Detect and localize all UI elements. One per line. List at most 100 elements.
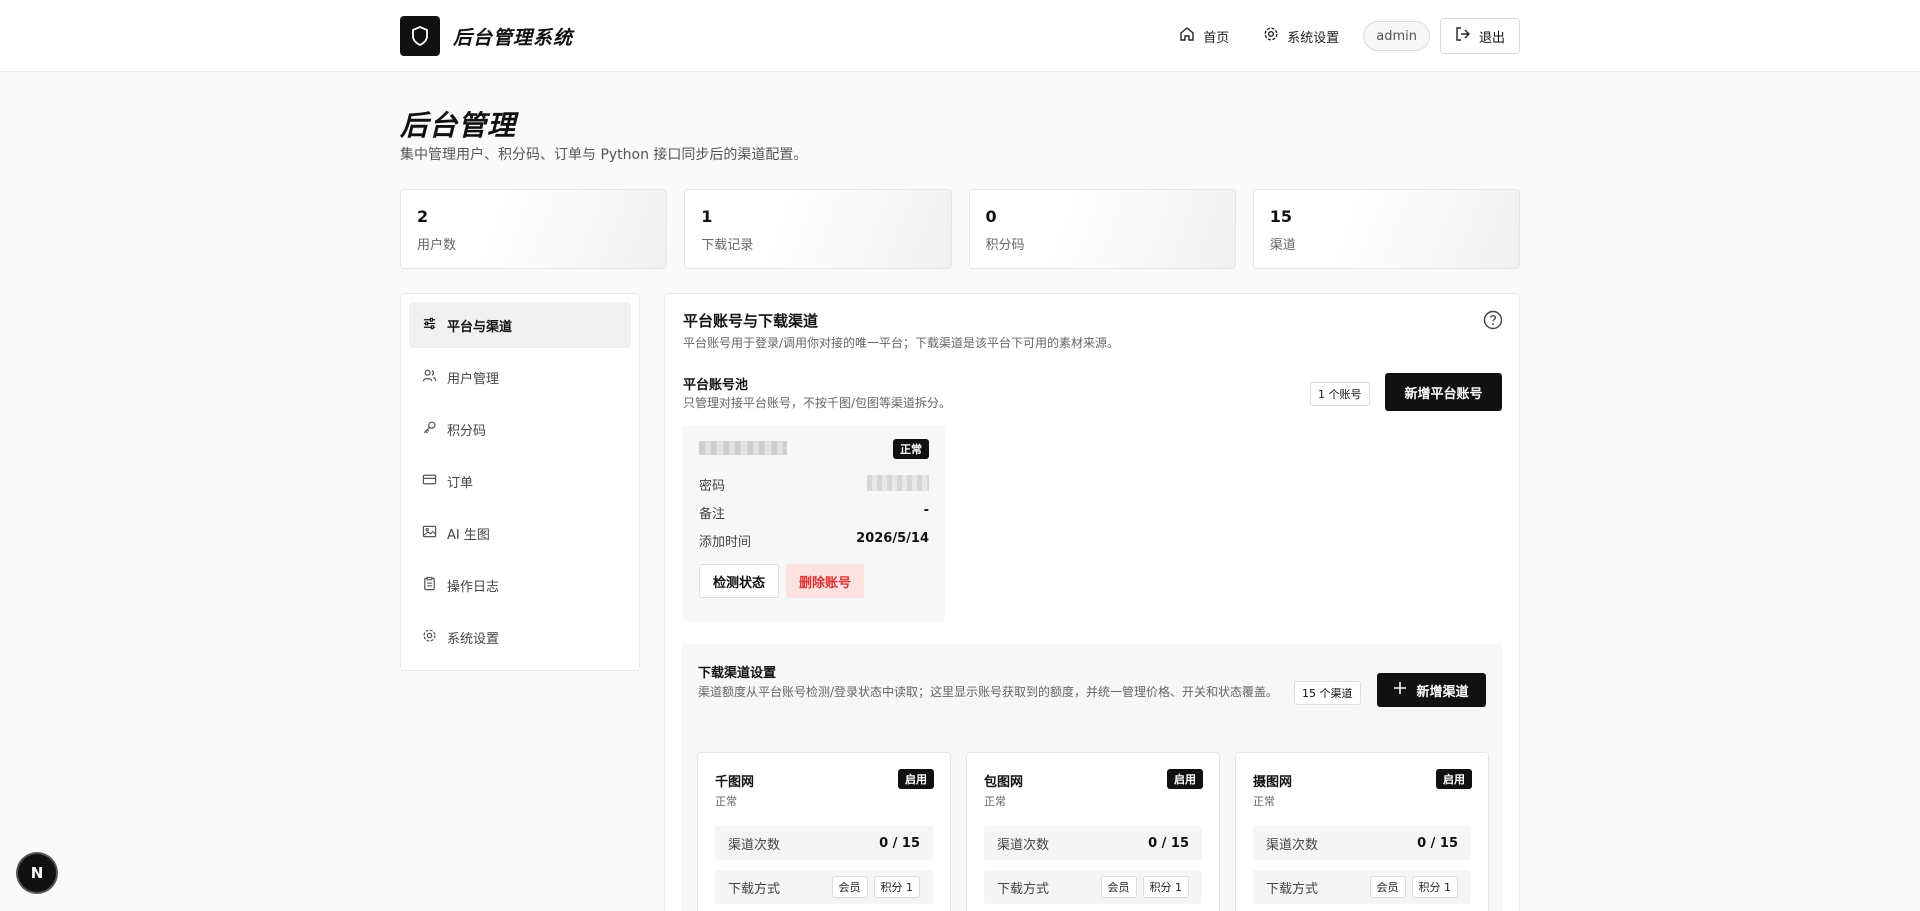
platform-panel: 平台账号与下载渠道 平台账号用于登录/调用你对接的唯一平台；下载渠道是该平台下可… — [664, 293, 1520, 911]
account-pool-title: 平台账号池 — [683, 378, 749, 393]
sliders-icon — [422, 316, 437, 335]
row-label: 备注 — [699, 507, 726, 522]
page-subtitle: 集中管理用户、积分码、订单与 Python 接口同步后的渠道配置。 — [400, 147, 808, 163]
sidebar-item-orders[interactable]: 订单 — [409, 458, 631, 504]
row-value: - — [923, 503, 929, 518]
password-masked — [867, 475, 929, 491]
gear-icon — [422, 628, 437, 647]
account-pool-description: 只管理对接平台账号，不按千图/包图等渠道拆分。 — [683, 396, 952, 410]
stat-value: 2 — [417, 207, 429, 226]
stat-card-channels: 15 渠道 — [1252, 189, 1520, 269]
row-label: 渠道次数 — [728, 837, 781, 853]
sidebar-item-users[interactable]: 用户管理 — [409, 354, 631, 400]
floating-n-badge[interactable]: N — [18, 854, 56, 892]
stat-card-users: 2 用户数 — [400, 189, 668, 269]
stat-label: 下载记录 — [701, 238, 754, 253]
channel-status: 正常 — [1253, 795, 1275, 808]
row-label: 下载方式 — [1266, 881, 1319, 897]
account-card: 正常 密码 备注 - 添加时间 2026/5/14 检测状态 删除账号 — [683, 425, 945, 621]
logout-label: 退出 — [1478, 30, 1505, 46]
user-badge: admin — [1363, 21, 1430, 51]
nav-settings[interactable]: 系统设置 — [1249, 18, 1353, 54]
users-icon — [422, 368, 437, 387]
channel-method-row: 下载方式 会员 积分 1 — [715, 870, 933, 904]
sidebar-item-codes[interactable]: 积分码 — [409, 406, 631, 452]
logout-icon — [1455, 26, 1471, 46]
stat-value: 0 — [985, 207, 997, 226]
row-label: 渠道次数 — [1266, 837, 1319, 853]
channel-quota-value: 0 / 15 — [1417, 835, 1458, 851]
stat-card-downloads: 1 下载记录 — [684, 189, 952, 269]
method-tag: 会员 — [831, 876, 868, 898]
home-icon — [1179, 26, 1195, 46]
sidebar-item-ai-image[interactable]: AI 生图 — [409, 510, 631, 556]
method-tag: 积分 1 — [1142, 876, 1189, 898]
shield-logo-icon[interactable] — [400, 16, 440, 56]
channel-card: 包图网 启用 正常 渠道次数 0 / 15 下载方式 会员 积分 1 — [966, 752, 1220, 911]
sidebar-item-label: AI 生图 — [447, 527, 490, 543]
channel-quota-row: 渠道次数 0 / 15 — [715, 826, 933, 860]
stat-value: 1 — [701, 207, 713, 226]
sidebar-item-label: 积分码 — [447, 423, 487, 439]
stat-card-codes: 0 积分码 — [968, 189, 1236, 269]
channel-card: 摄图网 启用 正常 渠道次数 0 / 15 下载方式 会员 积分 1 — [1235, 752, 1489, 911]
add-platform-account-button[interactable]: 新增平台账号 — [1385, 373, 1502, 411]
sidebar: 平台与渠道 用户管理 积分码 订单 AI 生图 操作日志 系统设置 — [400, 293, 640, 671]
channel-enabled-tag[interactable]: 启用 — [1167, 769, 1203, 789]
app-title: 后台管理系统 — [453, 26, 574, 49]
account-status-tag: 正常 — [893, 439, 929, 459]
row-label: 添加时间 — [699, 535, 752, 550]
plus-icon — [1394, 682, 1407, 698]
sidebar-item-settings[interactable]: 系统设置 — [409, 614, 631, 660]
channel-status: 正常 — [715, 795, 737, 808]
method-tag: 会员 — [1369, 876, 1406, 898]
download-channel-title: 下载渠道设置 — [698, 666, 777, 681]
stat-label: 积分码 — [985, 238, 1025, 253]
sidebar-item-logs[interactable]: 操作日志 — [409, 562, 631, 608]
card-icon — [422, 472, 437, 491]
download-channel-panel: 下载渠道设置 渠道额度从平台账号检测/登录状态中读取；这里显示账号获取到的额度，… — [681, 644, 1503, 911]
row-label: 渠道次数 — [997, 837, 1050, 853]
stat-value: 15 — [1269, 207, 1293, 226]
account-row-password: 密码 — [699, 475, 929, 494]
channel-name: 摄图网 — [1253, 775, 1293, 790]
nav-settings-label: 系统设置 — [1287, 30, 1340, 46]
channel-enabled-tag[interactable]: 启用 — [1436, 769, 1472, 789]
help-icon[interactable] — [1483, 310, 1503, 330]
row-value: 2026/5/14 — [856, 531, 929, 546]
delete-account-button[interactable]: 删除账号 — [786, 564, 865, 598]
method-tag: 会员 — [1100, 876, 1137, 898]
page-title: 后台管理 — [400, 109, 517, 142]
clipboard-icon — [422, 576, 437, 595]
channel-quota-row: 渠道次数 0 / 15 — [984, 826, 1202, 860]
stat-label: 用户数 — [417, 238, 457, 253]
account-row-added-time: 添加时间 2026/5/14 — [699, 531, 929, 550]
sidebar-item-platform[interactable]: 平台与渠道 — [409, 302, 631, 348]
download-channel-description: 渠道额度从平台账号检测/登录状态中读取；这里显示账号获取到的额度，并统一管理价格… — [698, 685, 1279, 699]
check-status-button[interactable]: 检测状态 — [699, 564, 780, 598]
channel-status: 正常 — [984, 795, 1006, 808]
sidebar-item-label: 操作日志 — [447, 579, 500, 595]
method-tag: 积分 1 — [873, 876, 920, 898]
account-row-note: 备注 - — [699, 503, 929, 522]
nav-home-label: 首页 — [1203, 30, 1230, 46]
row-label: 下载方式 — [997, 881, 1050, 897]
gear-icon — [1263, 26, 1279, 46]
section-title: 平台账号与下载渠道 — [683, 312, 819, 330]
add-channel-button[interactable]: 新增渠道 — [1377, 673, 1486, 707]
channel-enabled-tag[interactable]: 启用 — [898, 769, 934, 789]
sidebar-item-label: 系统设置 — [447, 631, 500, 647]
sidebar-item-label: 用户管理 — [447, 371, 500, 387]
channel-quota-value: 0 / 15 — [1148, 835, 1189, 851]
logout-button[interactable]: 退出 — [1439, 18, 1520, 54]
top-bar: 后台管理系统 首页 系统设置 admin 退出 — [0, 0, 1920, 72]
row-label: 下载方式 — [728, 881, 781, 897]
channel-method-row: 下载方式 会员 积分 1 — [984, 870, 1202, 904]
nav-home[interactable]: 首页 — [1165, 18, 1243, 54]
row-label: 密码 — [699, 479, 726, 494]
stats-row: 2 用户数 1 下载记录 0 积分码 15 渠道 — [400, 189, 1520, 269]
section-description: 平台账号用于登录/调用你对接的唯一平台；下载渠道是该平台下可用的素材来源。 — [683, 336, 1120, 350]
image-icon — [422, 524, 437, 543]
sidebar-item-label: 订单 — [447, 475, 474, 491]
stat-label: 渠道 — [1269, 238, 1296, 253]
